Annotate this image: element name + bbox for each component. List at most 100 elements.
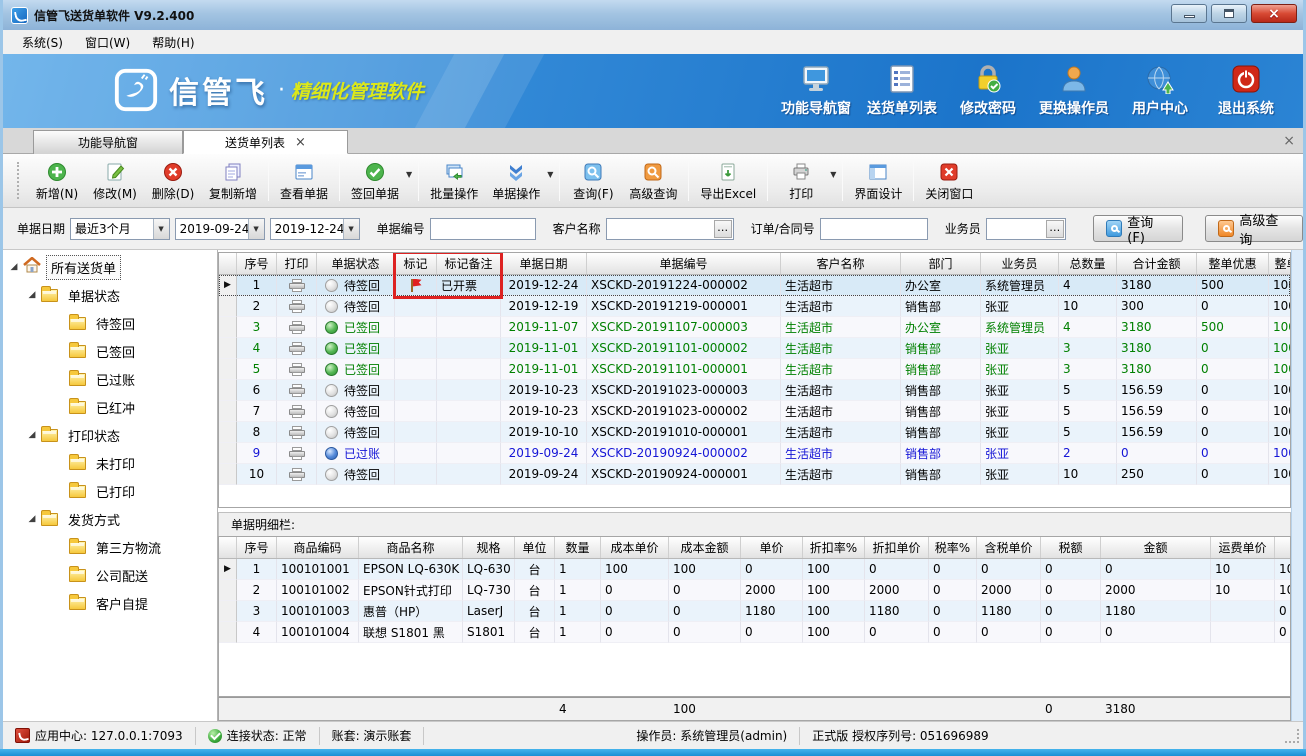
adv-search-button[interactable]: 高级查询 (1205, 215, 1303, 242)
column-header[interactable]: 整单优惠 (1197, 253, 1269, 274)
tree-item-all-deliveries[interactable]: ◢所有送货单 (3, 253, 217, 281)
toolbar-button-search-adv[interactable]: 高级查询 (622, 157, 684, 204)
toolbar-button-delete[interactable]: 删除(D) (144, 157, 202, 204)
date-to-combo[interactable]: 2019-12-24 ▼ (270, 218, 360, 240)
tab-function-nav[interactable]: 功能导航窗 (33, 130, 183, 154)
banner-button-power[interactable]: 退出系统 (1203, 60, 1289, 124)
resize-grip[interactable] (1285, 729, 1299, 743)
column-header[interactable]: 总数量 (1059, 253, 1117, 274)
detail-row[interactable]: 3100101003惠普（HP）LaserJ台10011801001180011… (219, 601, 1290, 622)
chevron-down-icon[interactable]: ▼ (153, 219, 169, 239)
column-header[interactable]: 折扣率% (803, 537, 865, 558)
tree-group-发货方式[interactable]: ◢发货方式 (3, 505, 217, 533)
toolbar-grip[interactable] (17, 162, 22, 199)
column-header[interactable]: 整单 (1269, 253, 1291, 274)
column-header[interactable]: 序号 (237, 537, 277, 558)
table-row[interactable]: 2待签回2019-12-19XSCKD-20191219-000001生活超市销… (219, 296, 1290, 317)
column-header[interactable]: 单据日期 (501, 253, 587, 274)
table-row[interactable]: 3已签回2019-11-07XSCKD-20191107-000003生活超市办… (219, 317, 1290, 338)
column-header[interactable]: 单据状态 (317, 253, 395, 274)
toolbar-button-search-blue[interactable]: 查询(F) (564, 157, 622, 204)
column-header[interactable]: 税额 (1041, 537, 1101, 558)
detail-row[interactable]: 4100101004联想 S1801 黑S1801台1000100000000 (219, 622, 1290, 643)
column-header[interactable]: 成本单价 (601, 537, 669, 558)
column-header[interactable]: 商品名称 (359, 537, 463, 558)
column-header[interactable]: 部门 (901, 253, 981, 274)
banner-button-user[interactable]: 更换操作员 (1031, 60, 1117, 124)
chevron-down-icon[interactable]: ▼ (343, 219, 359, 239)
tree-item-未打印[interactable]: 未打印 (3, 449, 217, 477)
tree-expand-icon[interactable]: ◢ (27, 430, 37, 440)
toolbar-button-design[interactable]: 界面设计 (847, 157, 909, 204)
tree-item-已过账[interactable]: 已过账 (3, 365, 217, 393)
tree-expand-icon[interactable]: ◢ (27, 514, 37, 524)
column-header[interactable]: 单据编号 (587, 253, 781, 274)
table-row[interactable]: 6待签回2019-10-23XSCKD-20191023-000003生活超市销… (219, 380, 1290, 401)
table-row[interactable]: 10待签回2019-09-24XSCKD-20190924-000001生活超市… (219, 464, 1290, 485)
column-header[interactable]: 商品编码 (277, 537, 359, 558)
salesman-lookup-button[interactable]: … (1046, 220, 1064, 238)
customer-lookup-button[interactable]: … (714, 220, 732, 238)
tab-close-icon[interactable]: × (295, 135, 306, 150)
chevron-down-icon[interactable]: ▼ (406, 170, 412, 179)
toolbar-button-add[interactable]: 新增(N) (28, 157, 86, 204)
chevron-down-icon[interactable]: ▼ (830, 170, 836, 179)
menu-window[interactable]: 窗口(W) (76, 31, 139, 54)
toolbar-button-docops[interactable]: 单据操作 (485, 157, 547, 204)
table-row[interactable]: 5已签回2019-11-01XSCKD-20191101-000001生活超市销… (219, 359, 1290, 380)
tree-item-已签回[interactable]: 已签回 (3, 337, 217, 365)
search-button[interactable]: 查询(F) (1093, 215, 1183, 242)
tree-item-公司配送[interactable]: 公司配送 (3, 561, 217, 589)
column-header[interactable]: 序号 (237, 253, 277, 274)
column-header[interactable]: 折扣单价 (865, 537, 929, 558)
tab-delivery-list[interactable]: 送货单列表 × (183, 130, 348, 154)
tree-item-第三方物流[interactable]: 第三方物流 (3, 533, 217, 561)
toolbar-button-edit[interactable]: 修改(M) (86, 157, 144, 204)
table-row[interactable]: ▶1待签回已开票2019-12-24XSCKD-20191224-000002生… (219, 275, 1290, 296)
column-header[interactable]: 金额 (1101, 537, 1211, 558)
salesman-input[interactable] (987, 220, 1046, 238)
tree-item-已打印[interactable]: 已打印 (3, 477, 217, 505)
menu-system[interactable]: 系统(S) (13, 31, 72, 54)
vertical-scrollbar[interactable] (1291, 250, 1303, 721)
tree-group-单据状态[interactable]: ◢单据状态 (3, 281, 217, 309)
strip-close-icon[interactable]: × (1283, 133, 1295, 149)
column-header[interactable]: 打印 (277, 253, 317, 274)
close-button[interactable]: × (1251, 4, 1297, 23)
chevron-down-icon[interactable]: ▼ (547, 170, 553, 179)
tree-group-打印状态[interactable]: ◢打印状态 (3, 421, 217, 449)
toolbar-button-copy[interactable]: 复制新增 (202, 157, 264, 204)
menu-help[interactable]: 帮助(H) (143, 31, 203, 54)
column-header[interactable]: 标记 (395, 253, 437, 274)
column-header[interactable] (1275, 537, 1291, 558)
column-header[interactable]: 规格 (463, 537, 515, 558)
customer-input[interactable] (607, 220, 714, 238)
tree-expand-icon[interactable]: ◢ (27, 290, 37, 300)
column-header[interactable]: 单价 (741, 537, 803, 558)
column-header[interactable]: 成本金额 (669, 537, 741, 558)
toolbar-button-signback[interactable]: 签回单据 (344, 157, 406, 204)
toolbar-button-excel[interactable]: 导出Excel (693, 157, 763, 204)
column-header[interactable]: 合计金额 (1117, 253, 1197, 274)
tree-item-已红冲[interactable]: 已红冲 (3, 393, 217, 421)
column-header[interactable]: 税率% (929, 537, 977, 558)
table-row[interactable]: 8待签回2019-10-10XSCKD-20191010-000001生活超市销… (219, 422, 1290, 443)
toolbar-button-batch[interactable]: 批量操作 (423, 157, 485, 204)
column-header[interactable]: 数量 (555, 537, 601, 558)
tree-expand-icon[interactable]: ◢ (9, 262, 19, 272)
column-header[interactable]: 单位 (515, 537, 555, 558)
column-header[interactable]: 含税单价 (977, 537, 1041, 558)
banner-button-monitor[interactable]: 功能导航窗 (773, 60, 859, 124)
tree-item-待签回[interactable]: 待签回 (3, 309, 217, 337)
banner-button-globe[interactable]: 用户中心 (1117, 60, 1203, 124)
toolbar-button-print[interactable]: 打印 (772, 157, 830, 204)
maximize-button[interactable] (1211, 4, 1247, 23)
doc-no-input[interactable] (431, 220, 535, 238)
column-header[interactable]: 运费单价 (1211, 537, 1275, 558)
toolbar-button-view[interactable]: 查看单据 (273, 157, 335, 204)
column-header[interactable]: 标记备注 (437, 253, 501, 274)
date-from-combo[interactable]: 2019-09-24 ▼ (175, 218, 265, 240)
minimize-button[interactable] (1171, 4, 1207, 23)
tree-item-客户自提[interactable]: 客户自提 (3, 589, 217, 617)
chevron-down-icon[interactable]: ▼ (248, 219, 264, 239)
